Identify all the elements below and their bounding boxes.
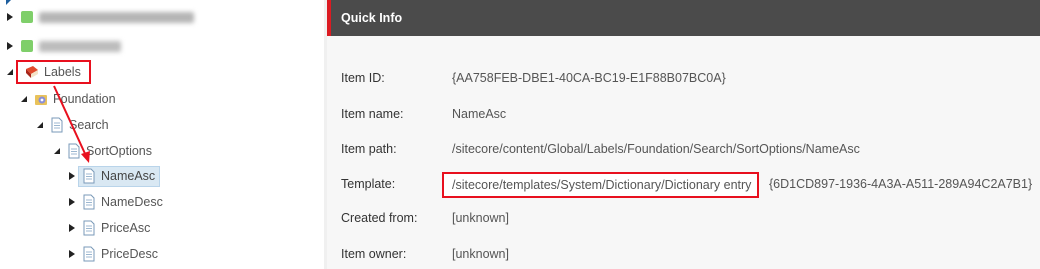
tree-node-label: Search xyxy=(69,118,109,132)
tree-node-nameasc[interactable]: NameAsc xyxy=(66,165,161,187)
tree-node-sortoptions[interactable]: SortOptions xyxy=(51,140,152,162)
tree-node-priceasc[interactable]: PriceAsc xyxy=(66,217,150,239)
template-path-link[interactable]: /sitecore/templates/System/Dictionary/Di… xyxy=(452,178,751,192)
dictionary-book-icon xyxy=(24,64,40,80)
document-icon xyxy=(66,143,82,159)
tree-node-blurred-2[interactable] xyxy=(4,35,121,57)
template-label: Template: xyxy=(341,177,396,191)
item-name-label: Item name: xyxy=(341,107,404,121)
tree-node-label: PriceAsc xyxy=(101,221,151,235)
info-row-item-id: Item ID: {AA758FEB-DBE1-40CA-BC19-E1F88B… xyxy=(327,68,1040,88)
blurred-node-label xyxy=(39,40,121,52)
quick-info-panel: Quick Info Item ID: {AA758FEB-DBE1-40CA-… xyxy=(327,0,1040,269)
document-icon xyxy=(81,168,97,184)
tree-node-label: Labels xyxy=(44,65,81,79)
collapse-arrow-icon[interactable] xyxy=(51,145,63,157)
created-from-label: Created from: xyxy=(341,211,418,225)
item-owner-value: [unknown] xyxy=(452,247,509,261)
quick-info-header[interactable]: Quick Info xyxy=(327,0,1040,36)
info-row-created-from: Created from: [unknown] xyxy=(327,208,1040,228)
collapse-arrow-icon[interactable] xyxy=(4,66,16,78)
content-tree: Labels Foundation Search SortOptions Nam… xyxy=(0,0,324,269)
quick-info-title: Quick Info xyxy=(341,11,403,25)
expand-arrow-icon[interactable] xyxy=(4,40,16,52)
expand-arrow-icon[interactable] xyxy=(4,11,16,23)
tree-node-pricedesc[interactable]: PriceDesc xyxy=(66,243,158,265)
info-row-item-name: Item name: NameAsc xyxy=(327,104,1040,124)
tree-node-search[interactable]: Search xyxy=(34,114,109,136)
info-row-item-path: Item path: /sitecore/content/Global/Labe… xyxy=(327,139,1040,159)
item-path-label: Item path: xyxy=(341,142,397,156)
item-path-value: /sitecore/content/Global/Labels/Foundati… xyxy=(452,142,860,156)
created-from-value: [unknown] xyxy=(452,211,509,225)
template-id-value: {6D1CD897-1936-4A3A-A511-289A94C2A7B1} xyxy=(769,177,1033,191)
tree-node-label: Foundation xyxy=(53,92,116,106)
selected-tree-item[interactable]: NameAsc xyxy=(78,165,161,187)
tree-node-labels[interactable]: Labels xyxy=(4,60,91,84)
document-icon xyxy=(49,117,65,133)
item-owner-label: Item owner: xyxy=(341,247,407,261)
tree-node-label: NameDesc xyxy=(101,195,163,209)
expand-arrow-icon[interactable] xyxy=(66,248,78,260)
tree-node-label: SortOptions xyxy=(86,144,153,158)
document-icon xyxy=(81,220,97,236)
blurred-node-label xyxy=(39,11,194,23)
folder-gear-icon xyxy=(33,91,49,107)
labels-highlight-box: Labels xyxy=(16,60,91,84)
collapse-arrow-icon[interactable] xyxy=(34,119,46,131)
info-row-item-owner: Item owner: [unknown] xyxy=(327,244,1040,264)
tree-node-namedesc[interactable]: NameDesc xyxy=(66,191,163,213)
node-icon xyxy=(19,9,35,25)
document-icon xyxy=(81,246,97,262)
tree-node-label: PriceDesc xyxy=(101,247,158,261)
expand-arrow-icon[interactable] xyxy=(66,196,78,208)
item-name-value: NameAsc xyxy=(452,107,507,121)
tree-node-label: NameAsc xyxy=(101,169,156,183)
item-id-label: Item ID: xyxy=(341,71,385,85)
collapse-arrow-icon[interactable] xyxy=(18,93,30,105)
document-icon xyxy=(81,194,97,210)
expand-arrow-icon[interactable] xyxy=(66,170,78,182)
node-icon xyxy=(19,38,35,54)
template-path-highlight[interactable]: /sitecore/templates/System/Dictionary/Di… xyxy=(442,172,760,198)
expand-arrow-icon[interactable] xyxy=(66,222,78,234)
tree-node-foundation[interactable]: Foundation xyxy=(18,88,116,110)
tree-node-blurred-1[interactable] xyxy=(4,6,194,28)
item-id-value: {AA758FEB-DBE1-40CA-BC19-E1F88B07BC0A} xyxy=(452,71,726,85)
